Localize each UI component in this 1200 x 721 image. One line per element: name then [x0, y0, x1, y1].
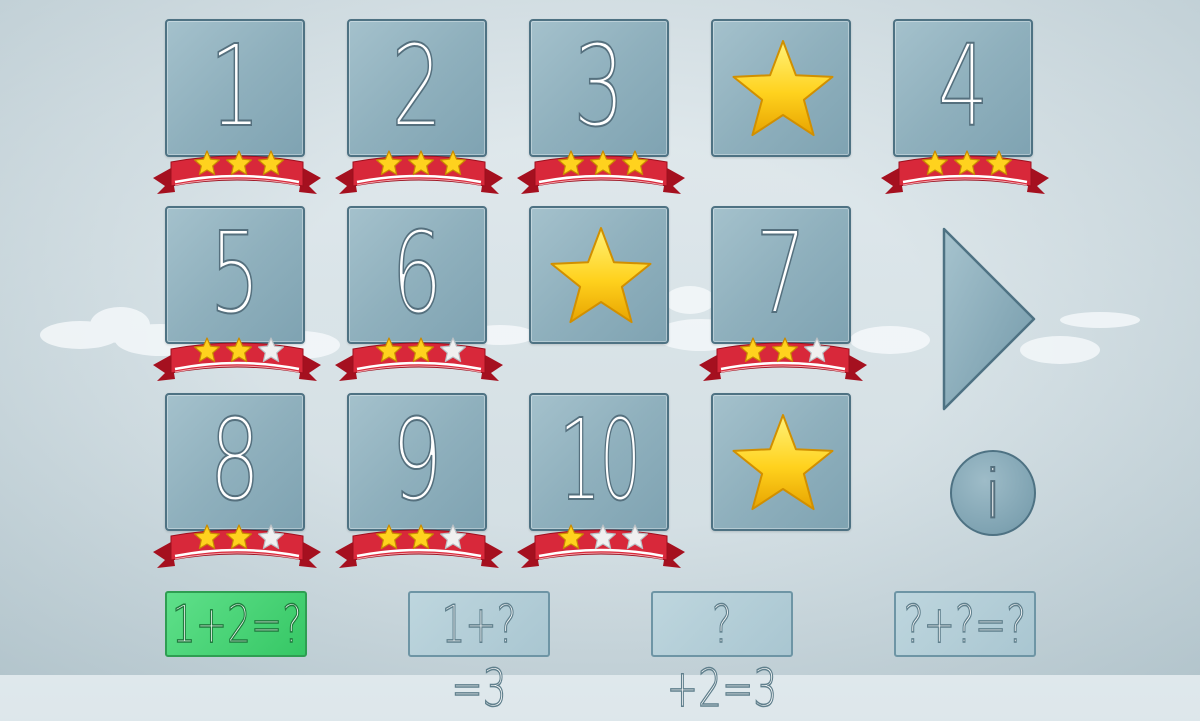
info-icon: i: [983, 455, 1003, 534]
star-filled-icon: [225, 149, 253, 177]
star-empty-icon: [439, 523, 467, 551]
star-filled-icon: [557, 149, 585, 177]
star-filled-icon: [921, 149, 949, 177]
star-rating-ribbon: [335, 148, 503, 196]
star-rating-ribbon: [153, 522, 321, 570]
level-number: 9: [391, 396, 444, 526]
mode-button-4[interactable]: ?+?=?: [894, 591, 1036, 657]
star-filled-icon: [375, 336, 403, 364]
star-icon: [547, 222, 655, 326]
bonus-star-tile-3[interactable]: [711, 393, 851, 531]
star-rating-ribbon: [153, 335, 321, 383]
info-button[interactable]: i: [950, 450, 1036, 536]
mode-label: 1+?=3: [441, 594, 517, 720]
mode-label: 1+2=?: [171, 594, 303, 656]
level-number: 8: [209, 396, 262, 526]
star-filled-icon: [225, 336, 253, 364]
star-filled-icon: [589, 149, 617, 177]
bonus-star-tile-1[interactable]: [711, 19, 851, 157]
star-filled-icon: [193, 149, 221, 177]
star-empty-icon: [257, 523, 285, 551]
level-tile-3[interactable]: 3: [517, 19, 685, 194]
level-number: 4: [937, 22, 990, 152]
star-filled-icon: [407, 523, 435, 551]
star-empty-icon: [257, 336, 285, 364]
star-rating-ribbon: [335, 522, 503, 570]
star-filled-icon: [439, 149, 467, 177]
mode-label: ?+?=?: [903, 594, 1027, 656]
star-filled-icon: [771, 336, 799, 364]
star-filled-icon: [407, 149, 435, 177]
level-tile-2[interactable]: 2: [335, 19, 503, 194]
star-empty-icon: [621, 523, 649, 551]
level-tile-9[interactable]: 9: [335, 393, 503, 568]
star-filled-icon: [739, 336, 767, 364]
level-number: 3: [573, 22, 626, 152]
level-number: 5: [209, 209, 262, 339]
star-rating-ribbon: [881, 148, 1049, 196]
play-arrow-icon: [942, 227, 1036, 411]
star-filled-icon: [193, 336, 221, 364]
star-filled-icon: [557, 523, 585, 551]
star-empty-icon: [803, 336, 831, 364]
star-empty-icon: [589, 523, 617, 551]
level-tile-7[interactable]: 7: [699, 206, 867, 381]
mode-button-1[interactable]: 1+2=?: [165, 591, 307, 657]
level-number: 2: [391, 22, 444, 152]
level-number: 7: [755, 209, 808, 339]
level-tile-1[interactable]: 1: [153, 19, 321, 194]
mode-button-3[interactable]: ?+2=3: [651, 591, 793, 720]
star-filled-icon: [985, 149, 1013, 177]
level-number: 6: [391, 209, 444, 339]
level-tile-5[interactable]: 5: [153, 206, 321, 381]
level-number: 1: [209, 22, 262, 152]
level-tile-8[interactable]: 8: [153, 393, 321, 568]
level-tile-6[interactable]: 6: [335, 206, 503, 381]
star-icon: [729, 35, 837, 139]
star-filled-icon: [621, 149, 649, 177]
star-rating-ribbon: [153, 148, 321, 196]
star-filled-icon: [257, 149, 285, 177]
star-filled-icon: [375, 149, 403, 177]
star-filled-icon: [953, 149, 981, 177]
star-empty-icon: [439, 336, 467, 364]
level-tile-4[interactable]: 4: [881, 19, 1049, 194]
level-tile-10[interactable]: 10: [517, 393, 685, 568]
bonus-star-tile-2[interactable]: [529, 206, 669, 344]
star-rating-ribbon: [517, 522, 685, 570]
star-rating-ribbon: [517, 148, 685, 196]
star-filled-icon: [375, 523, 403, 551]
star-rating-ribbon: [335, 335, 503, 383]
star-rating-ribbon: [699, 335, 867, 383]
next-page-arrow-button[interactable]: [940, 225, 1038, 413]
star-filled-icon: [193, 523, 221, 551]
mode-label: ?+2=3: [666, 594, 778, 720]
mode-button-2[interactable]: 1+?=3: [408, 591, 550, 720]
star-filled-icon: [225, 523, 253, 551]
star-icon: [729, 409, 837, 513]
star-filled-icon: [407, 336, 435, 364]
level-number: 10: [558, 396, 642, 526]
